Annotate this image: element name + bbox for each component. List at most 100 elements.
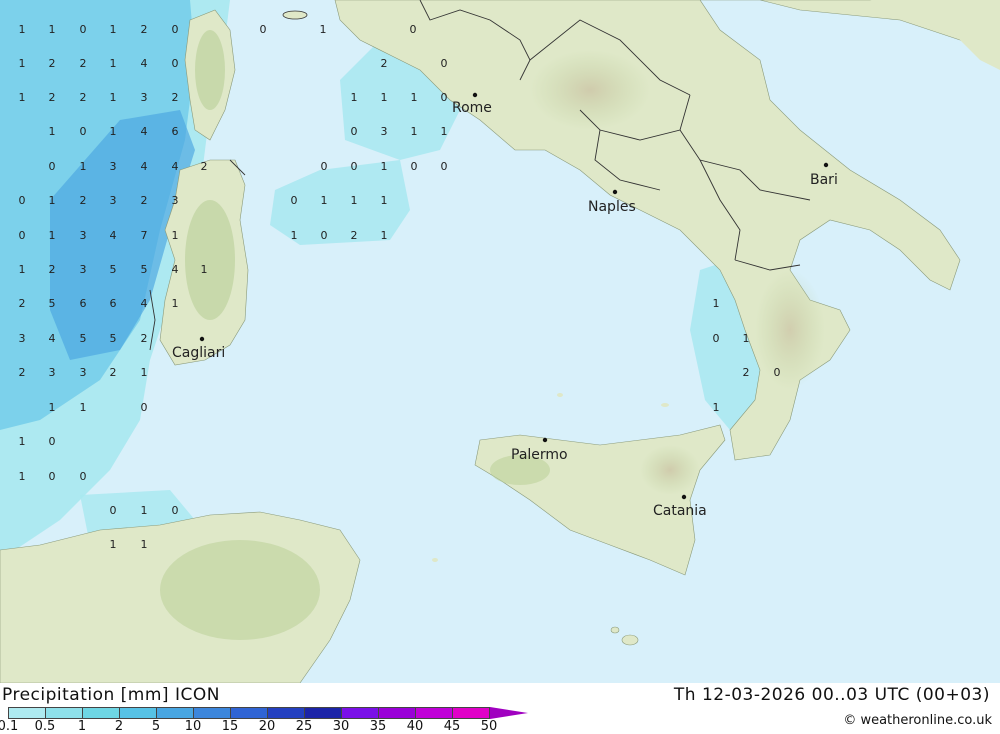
precip-value: 0 (19, 229, 26, 242)
precip-value: 6 (110, 297, 117, 310)
precip-value: 3 (80, 366, 87, 379)
precip-value: 0 (80, 23, 87, 36)
legend-label: 2 (114, 719, 124, 734)
precip-value: 0 (441, 91, 448, 104)
precip-value: 1 (110, 125, 117, 138)
legend-swatch (8, 707, 46, 719)
precip-value: 2 (80, 91, 87, 104)
precip-value: 1 (49, 194, 56, 207)
precip-value: 1 (381, 91, 388, 104)
precip-value: 2 (110, 366, 117, 379)
precip-value: 0 (49, 435, 56, 448)
precip-value: 1 (172, 229, 179, 242)
precip-value: 4 (141, 57, 148, 70)
precip-value: 0 (141, 401, 148, 414)
precip-value: 0 (441, 57, 448, 70)
precip-value: 0 (80, 125, 87, 138)
precip-value: 1 (19, 435, 26, 448)
palermo-dot (542, 437, 548, 443)
legend-swatch (83, 707, 120, 719)
precip-value: 1 (110, 538, 117, 551)
precip-value: 2 (172, 91, 179, 104)
precip-value: 2 (49, 57, 56, 70)
precip-value: 1 (411, 125, 418, 138)
precipitation-map: 1 1 0 1 2 0 0 1 0 1 2 2 1 4 0 2 0 1 2 2 1 3 2 1 1 1 0 1 0 1 4 6 0 3 1 1 0 1 3 4… (0, 0, 1000, 683)
precip-value: 0 (411, 160, 418, 173)
precip-value: 1 (381, 160, 388, 173)
map-title: Precipitation [mm] ICON (2, 685, 220, 705)
precip-value: 1 (19, 91, 26, 104)
precip-value: 4 (49, 332, 56, 345)
precip-value: 2 (80, 57, 87, 70)
precip-value: 1 (49, 229, 56, 242)
precip-value: 2 (80, 194, 87, 207)
city-label-catania: Catania (653, 503, 707, 519)
precip-value: 2 (141, 194, 148, 207)
precip-value: 1 (19, 57, 26, 70)
precip-value: 5 (80, 332, 87, 345)
legend-label: 40 (406, 719, 424, 734)
precip-value: 1 (172, 297, 179, 310)
precip-value: 1 (80, 160, 87, 173)
legend-swatch (416, 707, 453, 719)
city-label-naples: Naples (588, 199, 636, 215)
city-label-palermo: Palermo (511, 447, 568, 463)
city-label-rome: Rome (452, 100, 492, 116)
legend-label: 25 (295, 719, 313, 734)
precip-value: 2 (381, 57, 388, 70)
precip-value: 3 (172, 194, 179, 207)
precip-value: 0 (351, 125, 358, 138)
precip-value: 1 (291, 229, 298, 242)
precip-value: 1 (713, 297, 720, 310)
legend-swatch (379, 707, 416, 719)
precip-value: 0 (49, 160, 56, 173)
precip-value: 1 (49, 125, 56, 138)
bari-dot (823, 162, 829, 168)
precip-value: 0 (321, 229, 328, 242)
precip-value: 0 (441, 160, 448, 173)
precip-value: 1 (381, 194, 388, 207)
precip-value: 3 (141, 91, 148, 104)
legend-swatch (120, 707, 157, 719)
legend-swatch (268, 707, 305, 719)
precip-value: 1 (141, 366, 148, 379)
precip-value: 1 (381, 229, 388, 242)
precip-value: 1 (19, 470, 26, 483)
precip-value: 3 (19, 332, 26, 345)
precip-value: 5 (110, 332, 117, 345)
map-footer: Precipitation [mm] ICON Th 12-03-2026 00… (0, 683, 1000, 734)
precip-value: 5 (110, 263, 117, 276)
precip-value: 2 (19, 297, 26, 310)
legend-label: 0.5 (34, 719, 56, 734)
precip-value: 1 (141, 504, 148, 517)
precip-value: 1 (201, 263, 208, 276)
precip-value: 2 (19, 366, 26, 379)
precip-value: 2 (49, 91, 56, 104)
legend-color-scale (8, 707, 528, 719)
precip-value: 6 (80, 297, 87, 310)
precip-value: 4 (141, 160, 148, 173)
precip-value: 7 (141, 229, 148, 242)
legend-label: 10 (184, 719, 202, 734)
precip-value: 1 (19, 23, 26, 36)
forecast-timestamp: Th 12-03-2026 00..03 UTC (00+03) (673, 685, 990, 705)
legend-label: 50 (480, 719, 498, 734)
legend-swatch (46, 707, 83, 719)
legend-swatch (305, 707, 342, 719)
precip-value: 1 (110, 57, 117, 70)
precip-value: 1 (351, 91, 358, 104)
precip-value: 6 (172, 125, 179, 138)
naples-dot (612, 189, 618, 195)
precip-value: 1 (320, 23, 327, 36)
precip-value: 1 (441, 125, 448, 138)
precip-value: 2 (351, 229, 358, 242)
site-credit[interactable]: © weatheronline.co.uk (843, 713, 992, 728)
legend-label: 0.1 (0, 719, 19, 734)
rome-dot (472, 92, 478, 98)
precip-value: 0 (19, 194, 26, 207)
legend-label: 35 (369, 719, 387, 734)
precip-value: 0 (291, 194, 298, 207)
precip-value: 0 (80, 470, 87, 483)
legend-swatch (453, 707, 490, 719)
precip-value: 0 (260, 23, 267, 36)
